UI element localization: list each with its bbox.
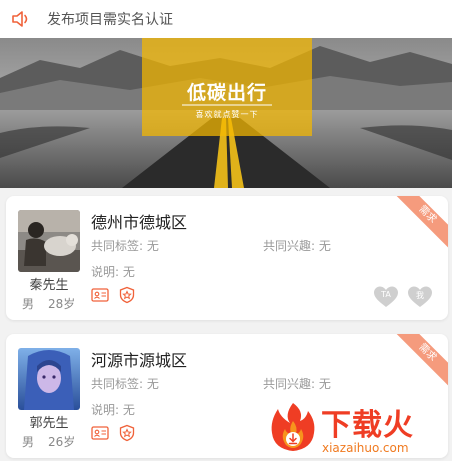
like-ta-button[interactable]: TA — [373, 285, 399, 309]
user-gender: 男 — [22, 435, 35, 449]
like-me-button[interactable]: 我 — [407, 285, 433, 309]
watermark: 下载火 xiazaihuo.com — [265, 397, 452, 461]
watermark-domain: xiazaihuo.com — [322, 441, 409, 455]
fire-logo-icon — [271, 403, 315, 451]
id-card-icon — [91, 288, 109, 302]
id-card-icon — [91, 426, 109, 440]
banner[interactable]: 低碳出行 喜欢就点赞一下 — [0, 38, 452, 188]
common-tags: 共同标签: 无 — [91, 239, 159, 253]
common-interests: 共同兴趣: 无 — [263, 239, 331, 253]
notice-bar[interactable]: 发布项目需实名认证 — [0, 0, 452, 38]
avatar[interactable] — [18, 348, 80, 410]
user-age: 26岁 — [48, 435, 76, 449]
user-name: 秦先生 — [29, 278, 69, 293]
heart-ta-label: TA — [381, 290, 391, 299]
star-shield-icon — [119, 286, 135, 304]
banner-title: 低碳出行 — [186, 82, 267, 104]
user-name: 郭先生 — [29, 416, 69, 431]
heart-me-label: 我 — [416, 291, 424, 300]
common-tags: 共同标签: 无 — [91, 377, 159, 391]
card-location: 河源市源城区 — [91, 351, 188, 370]
notice-text: 发布项目需实名认证 — [47, 12, 173, 28]
project-card[interactable]: 秦先生 男 28岁 德州市德城区 共同标签: 无 共同兴趣: 无 说明: 无 需… — [6, 196, 448, 320]
user-age: 28岁 — [48, 297, 76, 311]
user-gender: 男 — [22, 297, 35, 311]
common-interests: 共同兴趣: 无 — [263, 377, 331, 391]
demand-ribbon: 需求 — [390, 334, 448, 390]
watermark-brand: 下载火 — [321, 408, 414, 443]
description: 说明: 无 — [91, 265, 135, 279]
star-shield-icon — [119, 424, 135, 442]
banner-subtitle: 喜欢就点赞一下 — [195, 110, 259, 119]
demand-ribbon: 需求 — [390, 196, 448, 252]
avatar[interactable] — [18, 210, 80, 272]
description: 说明: 无 — [91, 403, 135, 417]
speaker-icon — [12, 11, 28, 27]
card-location: 德州市德城区 — [91, 213, 188, 232]
